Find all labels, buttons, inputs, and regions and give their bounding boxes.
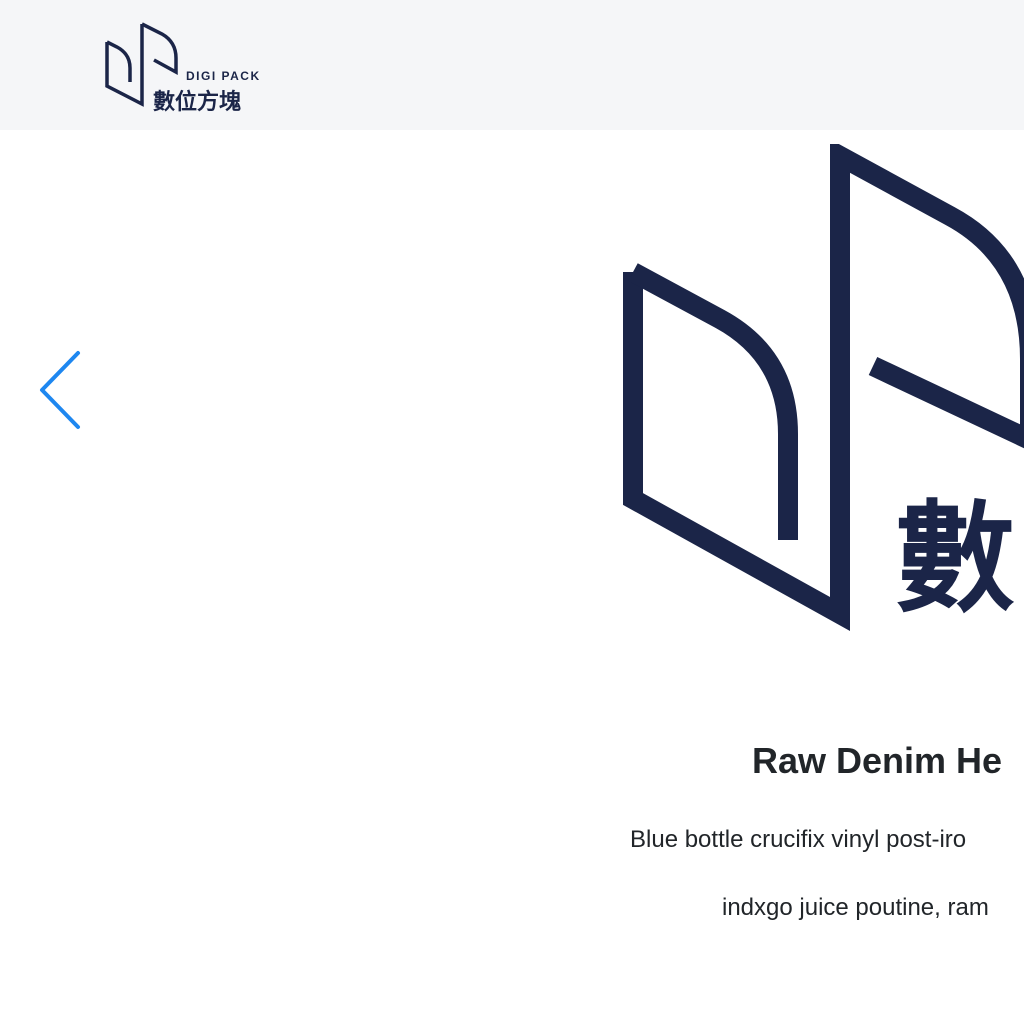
chevron-left-icon — [40, 351, 80, 429]
brand-name-zh: 數位方塊 — [153, 90, 242, 115]
site-header: DIGI PACK 數位方塊 — [0, 0, 1024, 130]
slide-text-line-2: indxgo juice poutine, ram — [722, 894, 989, 921]
slide-logo-zh: 數 — [895, 490, 1015, 629]
brand-logo[interactable]: DIGI PACK 數位方塊 — [104, 22, 264, 115]
slide-text-line-1: Blue bottle crucifix vinyl post-iro — [630, 826, 967, 853]
slide-title: Raw Denim He — [752, 740, 1003, 781]
hero-carousel: 數 Raw Denim He Blue bottle crucifix viny… — [0, 130, 1024, 1024]
brand-name-en: DIGI PACK — [186, 69, 261, 83]
carousel-prev-button[interactable] — [30, 345, 90, 435]
